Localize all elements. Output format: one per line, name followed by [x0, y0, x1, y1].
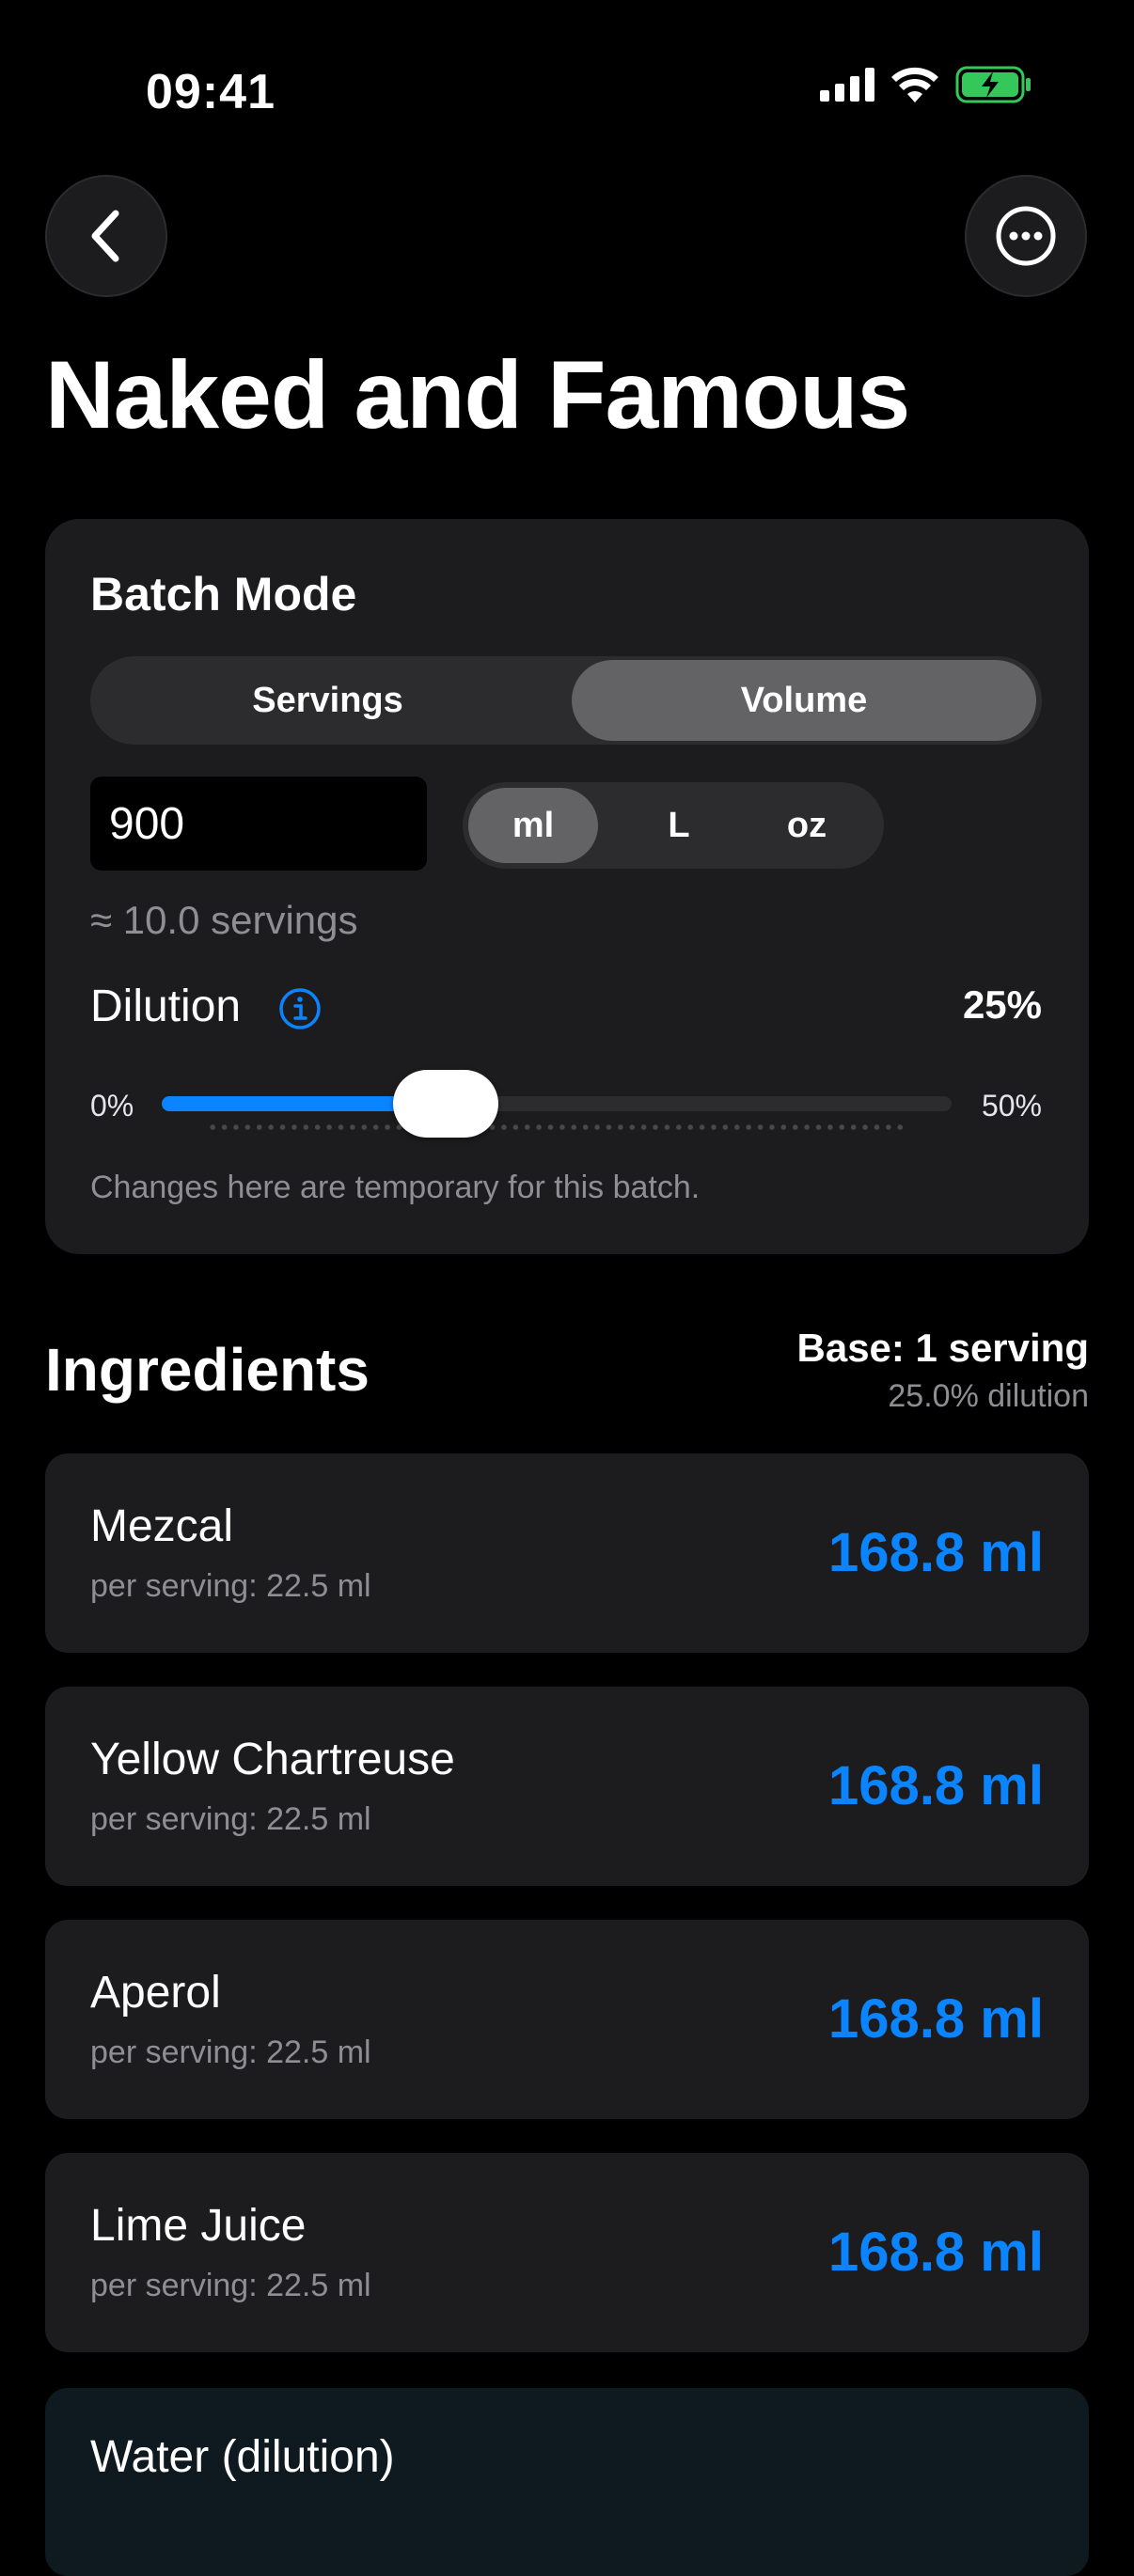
- ingredient-row[interactable]: Mezcal per serving: 22.5 ml 168.8 ml: [45, 1453, 1089, 1653]
- ingredient-name: Aperol: [90, 1968, 221, 2018]
- status-icons: [820, 66, 1032, 103]
- back-chevron-icon: [91, 210, 119, 262]
- water-dilution-label: Water (dilution): [90, 2432, 395, 2482]
- dilution-value: 25%: [962, 982, 1042, 1027]
- ingredient-per-serving: per serving: 22.5 ml: [90, 2268, 371, 2303]
- ingredient-name: Yellow Chartreuse: [90, 1735, 455, 1784]
- dilution-slider-ticks: [207, 1124, 903, 1130]
- dilution-slider-track[interactable]: [162, 1096, 952, 1111]
- ingredient-per-serving: per serving: 22.5 ml: [90, 1568, 371, 1604]
- ingredient-amount: 168.8 ml: [828, 2222, 1044, 2283]
- unit-segmented-control: ml L oz: [463, 782, 884, 869]
- ingredients-heading: Ingredients: [45, 1336, 370, 1404]
- unit-oz[interactable]: oz: [739, 782, 874, 869]
- unit-ml[interactable]: ml: [468, 788, 598, 863]
- segment-volume[interactable]: Volume: [572, 660, 1036, 741]
- ingredient-row[interactable]: Lime Juice per serving: 22.5 ml 168.8 ml: [45, 2153, 1089, 2352]
- slider-min-label: 0%: [90, 1089, 134, 1123]
- ingredient-amount: 168.8 ml: [828, 1755, 1044, 1816]
- batch-mode-card: [45, 519, 1089, 1254]
- more-ellipsis-icon: [996, 206, 1056, 266]
- battery-charging-icon: [955, 66, 1031, 103]
- batch-mode-segmented-control: Servings Volume: [90, 656, 1042, 745]
- ingredient-name: Mezcal: [90, 1501, 234, 1551]
- segment-servings[interactable]: Servings: [90, 656, 565, 745]
- batch-mode-heading: Batch Mode: [90, 568, 357, 620]
- back-button[interactable]: [45, 175, 167, 297]
- ingredient-row[interactable]: Yellow Chartreuse per serving: 22.5 ml 1…: [45, 1687, 1089, 1886]
- ingredient-per-serving: per serving: 22.5 ml: [90, 2034, 371, 2070]
- ingredient-amount: 168.8 ml: [828, 1988, 1044, 2050]
- ingredient-row[interactable]: Aperol per serving: 22.5 ml 168.8 ml: [45, 1920, 1089, 2119]
- slider-max-label: 50%: [981, 1089, 1042, 1123]
- ingredient-name: Lime Juice: [90, 2201, 307, 2251]
- servings-estimate: ≈ 10.0 servings: [90, 898, 358, 942]
- base-serving-label: Base: 1 serving: [796, 1326, 1090, 1370]
- base-info: Base: 1 serving 25.0% dilution: [797, 1326, 1090, 1415]
- page-title: Naked and Famous: [45, 341, 910, 448]
- batch-note: Changes here are temporary for this batc…: [90, 1170, 701, 1205]
- more-button[interactable]: [965, 175, 1087, 297]
- status-time: 09:41: [146, 65, 276, 119]
- info-icon[interactable]: [278, 987, 322, 1030]
- ingredient-amount: 168.8 ml: [828, 1522, 1044, 1583]
- cellular-signal-icon: [820, 68, 874, 102]
- base-dilution-label: 25.0% dilution: [888, 1378, 1089, 1414]
- dilution-slider-thumb[interactable]: [392, 1070, 498, 1138]
- dilution-label: Dilution: [90, 982, 242, 1031]
- volume-input[interactable]: 900: [90, 777, 427, 871]
- water-dilution-row[interactable]: Water (dilution): [45, 2388, 1089, 2576]
- unit-l[interactable]: L: [611, 782, 747, 869]
- ingredient-per-serving: per serving: 22.5 ml: [90, 1801, 371, 1837]
- wifi-icon: [891, 67, 938, 102]
